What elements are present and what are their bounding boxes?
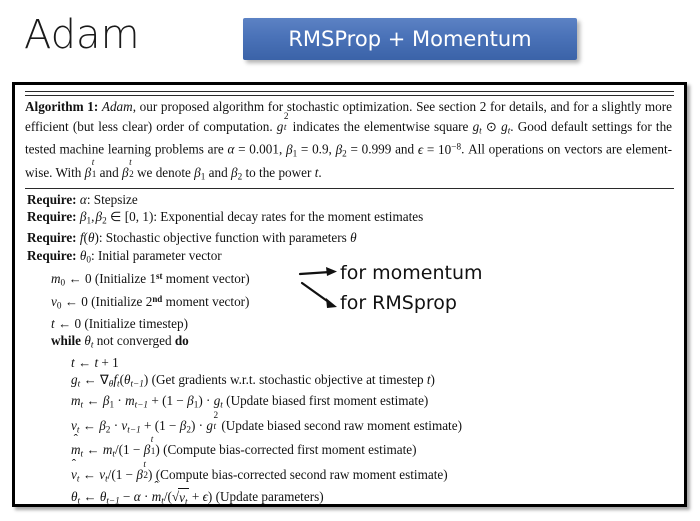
loop-line-first-moment: mt ← β1 · mt−1 + (1 − β1) · gt (Update b…	[25, 392, 674, 414]
loop-line-mhat: ̂mt ← mt/(1 − βt1) (Compute bias-correct…	[25, 434, 674, 462]
do-keyword: do	[174, 333, 189, 349]
badge-rmsprop-momentum: RMSProp + Momentum	[243, 18, 577, 60]
require-line-objective: Require: f(θ): Stochastic objective func…	[25, 229, 674, 246]
math-epsilon-value: ϵ = 10−8	[417, 141, 462, 157]
algorithm-caption: Algorithm 1: Adam, our proposed algorith…	[25, 99, 674, 185]
loop-line-gradient: gt ← ∇θft(θt−1) (Get gradients w.r.t. st…	[25, 371, 674, 393]
while-keyword: while	[51, 333, 82, 349]
math-t-increment: t ← t + 1	[71, 354, 119, 370]
loop-gradient-comment: (Get gradients w.r.t. stochastic objecti…	[151, 371, 427, 387]
loop-mhat-comment: (Compute bias-corrected first moment est…	[163, 442, 417, 458]
math-t0-assign: t ← 0	[51, 315, 82, 331]
slide-header: Adam RMSProp + Momentum	[0, 0, 700, 80]
math-beta2: β2	[335, 141, 347, 159]
page-title: Adam	[24, 12, 140, 58]
algorithm-inner: Algorithm 1: Adam, our proposed algorith…	[15, 91, 684, 505]
algorithm-box: Algorithm 1: Adam, our proposed algorith…	[12, 82, 687, 507]
algorithm-caption-label: Algorithm 1:	[25, 99, 99, 114]
algorithm-caption-text-5: = 0.9,	[297, 141, 336, 157]
math-beta1: β1	[285, 141, 298, 159]
require-line-stepsize: Require: α: Stepsize	[25, 191, 674, 208]
require-keyword: Require:	[27, 230, 77, 246]
algorithm-caption-text-8: and	[96, 165, 123, 181]
init-line-t0: t ← 0 (Initialize timestep)	[25, 315, 674, 332]
algorithm-caption-text-6: = 0.999 and	[346, 141, 418, 157]
while-line: while θt not converged do	[25, 332, 674, 354]
require-betas-text: ∈ [0, 1): Exponential decay rates for th…	[106, 208, 424, 224]
loop-vhat-comment: (Compute bias-corrected second raw momen…	[155, 466, 448, 482]
loop-line-vhat: ̂vt ← vt/(1 − βt2) (Compute bias-correct…	[25, 458, 674, 487]
algorithm-caption-text-9: we denote	[133, 165, 195, 181]
loop-line-t-increment: t ← t + 1	[25, 354, 674, 371]
init-line-v0: v0 ← 0 (Initialize 2nd moment vector)	[25, 291, 674, 314]
math-theta-update: θt ← θt−1 − α · ̂mt/(√vt + ϵ)	[71, 487, 212, 504]
require-stepsize-text: : Stepsize	[86, 191, 138, 207]
rule-mid-single	[25, 187, 674, 189]
math-g-odot-g: gt ⊙ gt	[472, 118, 511, 136]
require-line-betas: Require: β1, β2 ∈ [0, 1): Exponential de…	[27, 208, 424, 226]
loop-m-comment: (Update biased first moment estimate)	[226, 393, 429, 409]
math-alpha-req: α	[79, 191, 87, 207]
math-beta2-b: β2	[230, 165, 243, 182]
init-v-comment-end: moment vector)	[162, 294, 250, 310]
math-beta1-b: β1	[194, 165, 206, 182]
while-mid-text: not converged	[93, 333, 175, 349]
math-gradient-assign: gt ← ∇θft(θt−1)	[71, 371, 149, 389]
require-keyword: Require:	[27, 208, 77, 224]
require-line-theta0: Require: θ0: Initial parameter vector	[25, 247, 674, 269]
loop-theta-comment: (Update parameters)	[215, 489, 324, 505]
algorithm-caption-text-11: to the power	[242, 165, 315, 181]
math-beta1-req: β1	[79, 208, 92, 226]
math-beta2-req: β2	[95, 208, 107, 226]
loop-v-comment: (Update biased second raw moment estimat…	[221, 417, 462, 433]
require-keyword: Require:	[27, 191, 77, 207]
algorithm-caption-name: Adam	[101, 99, 133, 114]
math-beta1-t: βt1	[84, 157, 97, 181]
require-objective-text: : Stochastic objective function with par…	[98, 230, 351, 246]
algorithm-caption-text-10: and	[205, 165, 231, 181]
badge-label: RMSProp + Momentum	[288, 27, 532, 51]
math-g-squared: g2t	[276, 110, 289, 134]
init-line-m0: m0 ← 0 (Initialize 1st moment vector)	[25, 268, 674, 291]
math-theta-req: θ	[350, 230, 357, 246]
math-vhat-update: ̂vt ← vt/(1 − βt2)	[71, 458, 153, 483]
math-mhat-update: ̂mt ← mt/(1 − βt1)	[71, 434, 160, 459]
loop-line-parameter-update: θt ← θt−1 − α · ̂mt/(√vt + ϵ) (Update pa…	[25, 487, 674, 505]
init-m-comment: (Initialize 1	[94, 270, 156, 286]
init-m-comment-end: moment vector)	[162, 270, 250, 286]
math-v0-assign: v0 ← 0	[51, 294, 88, 311]
math-v-update: vt ← β2 · vt−1 + (1 − β2) · g2t	[71, 409, 219, 435]
math-m0-assign: m0 ← 0	[51, 270, 92, 288]
algorithm-caption-text-12: .	[318, 165, 322, 181]
init-v-ordinal: nd	[152, 294, 163, 305]
math-m-update: mt ← β1 · mt−1 + (1 − β1) · gt	[71, 393, 223, 410]
init-t-comment: (Initialize timestep)	[84, 315, 188, 331]
loop-line-second-moment: vt ← β2 · vt−1 + (1 − β2) · g2t (Update …	[25, 409, 674, 438]
require-theta0-text: : Initial parameter vector	[90, 247, 222, 263]
algorithm-caption-text-4: = 0.001,	[234, 141, 286, 157]
require-keyword: Require:	[27, 247, 77, 263]
algorithm-caption-text-2: indicates the elementwise square	[288, 118, 473, 134]
math-theta0: θ0	[79, 247, 91, 264]
math-beta2-t: βt2	[122, 157, 134, 181]
init-v-comment: (Initialize 2	[91, 294, 153, 310]
rule-top-double	[25, 91, 674, 96]
math-f-theta: f(θ)	[79, 230, 99, 246]
loop-gradient-comment-end: )	[430, 371, 435, 387]
